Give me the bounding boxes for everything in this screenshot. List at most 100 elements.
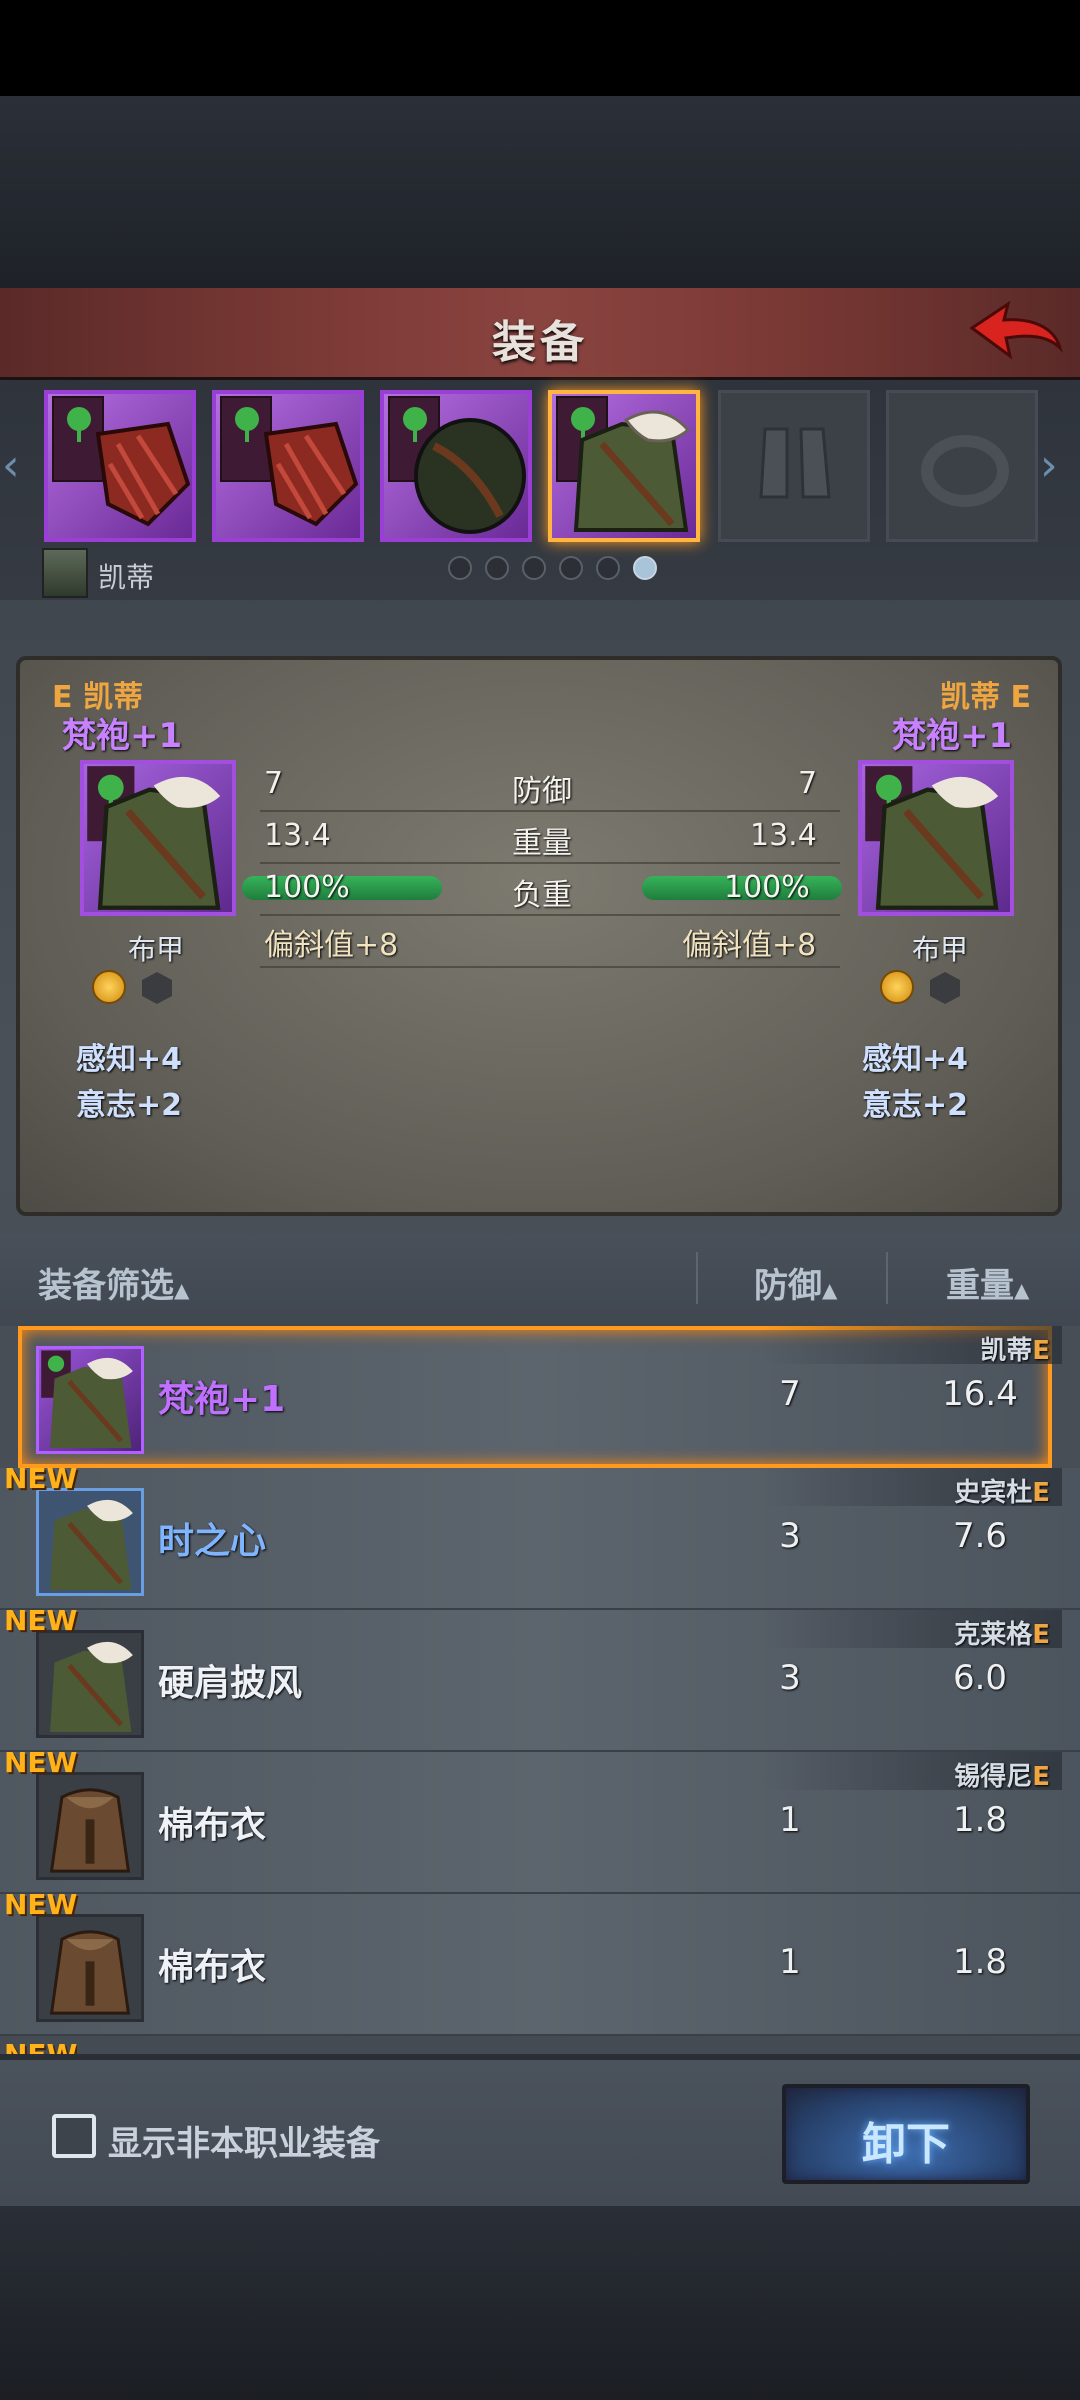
sort-icon: ▲ bbox=[1014, 1278, 1030, 1302]
row-owner-name: 凯蒂 bbox=[980, 1336, 1033, 1366]
page-dot[interactable] bbox=[559, 556, 584, 580]
divider bbox=[696, 1252, 698, 1304]
equip-slot-1[interactable] bbox=[44, 390, 196, 542]
sort-icon: ▲ bbox=[822, 1278, 838, 1302]
row-item-name: 棉布衣 bbox=[158, 1947, 267, 1988]
avatar bbox=[42, 548, 88, 598]
filter-sort-button[interactable]: 装备筛选▲ bbox=[38, 1258, 189, 1307]
row-owner-name: 史宾杜 bbox=[954, 1478, 1033, 1508]
header-bar: 装备 bbox=[0, 288, 1080, 380]
row-item-name: 棉布衣 bbox=[158, 1805, 267, 1846]
row-weight: 6.0 bbox=[952, 1658, 1008, 1698]
defense-label: 防御 bbox=[512, 774, 572, 809]
right-defense-value: 7 bbox=[798, 766, 818, 801]
right-weight-value: 13.4 bbox=[750, 818, 817, 853]
scroll-left-arrow-icon[interactable]: ‹ bbox=[2, 440, 32, 500]
scroll-right-arrow-icon[interactable]: › bbox=[1040, 440, 1070, 500]
fur-robe-icon bbox=[573, 410, 691, 532]
unequip-label: 卸下 bbox=[862, 2119, 950, 2170]
bottom-action-bar: 显示非本职业装备 卸下 bbox=[0, 2054, 1080, 2206]
divider bbox=[886, 1252, 888, 1304]
row-owner: 史宾杜E bbox=[954, 1472, 1050, 1509]
equipment-slots-row: ‹ › 凯蒂 bbox=[0, 380, 1080, 600]
new-badge: NEW bbox=[4, 1746, 78, 1779]
new-badge: NEW bbox=[4, 1604, 78, 1637]
weight-label: 重量 bbox=[512, 826, 572, 861]
cloth-shirt-icon bbox=[36, 1914, 144, 2022]
right-item-name: 梵袍+1 bbox=[892, 716, 1013, 756]
row-owner-rank: E bbox=[1032, 1620, 1050, 1650]
row-defense: 7 bbox=[779, 1374, 801, 1414]
page-dot[interactable] bbox=[596, 556, 621, 580]
equip-slot-4[interactable] bbox=[548, 390, 700, 542]
list-header: 装备筛选▲ 防御▲ 重量▲ bbox=[0, 1234, 1080, 1326]
back-button[interactable] bbox=[968, 298, 1064, 368]
row-item-name: 时之心 bbox=[158, 1521, 267, 1562]
table-row[interactable]: 锡得尼E NEW 棉布衣 1 1.8 bbox=[0, 1746, 1080, 1894]
defense-header-label: 防御 bbox=[754, 1266, 822, 1306]
status-bar bbox=[0, 0, 1080, 96]
fur-robe-icon bbox=[36, 1488, 144, 1596]
empty-socket-icon bbox=[930, 972, 960, 1004]
row-item-name: 硬肩披风 bbox=[158, 1663, 303, 1704]
sort-icon: ▲ bbox=[174, 1278, 190, 1302]
weight-header-label: 重量 bbox=[946, 1266, 1014, 1306]
row-owner-name: 克莱格 bbox=[954, 1620, 1033, 1650]
divider bbox=[260, 862, 840, 864]
row-owner-rank: E bbox=[1032, 1336, 1050, 1366]
load-label: 负重 bbox=[512, 878, 572, 913]
background-top bbox=[0, 96, 1080, 288]
gold-rune-socket-icon bbox=[880, 970, 914, 1004]
leather-sack-icon bbox=[414, 418, 526, 534]
equip-slot-2[interactable] bbox=[212, 390, 364, 542]
row-defense: 3 bbox=[779, 1658, 801, 1698]
weight-sort-button[interactable]: 重量▲ bbox=[946, 1258, 1029, 1307]
left-weight-value: 13.4 bbox=[264, 818, 331, 853]
page-dot[interactable] bbox=[485, 556, 510, 580]
page-dot-active[interactable] bbox=[633, 556, 658, 580]
page-dot[interactable] bbox=[448, 556, 472, 580]
ring-icon bbox=[921, 435, 1009, 507]
compare-card: E 凯蒂 梵袍+1 布甲 感知+4 意志+2 7 防御 7 13.4 重量 13… bbox=[16, 656, 1062, 1216]
page-dot[interactable] bbox=[522, 556, 547, 580]
show-other-class-label[interactable]: 显示非本职业装备 bbox=[108, 2116, 380, 2165]
table-row[interactable]: 凯蒂E 梵袍+1 7 16.4 bbox=[0, 1326, 1080, 1468]
left-deflect: 偏斜值+8 bbox=[264, 928, 399, 963]
claw-gauntlet-icon bbox=[95, 421, 191, 527]
filter-label: 装备筛选 bbox=[38, 1266, 174, 1306]
page-title: 装备 bbox=[492, 317, 588, 368]
divider bbox=[260, 966, 840, 968]
new-badge: NEW bbox=[4, 1888, 78, 1921]
left-attr-2: 意志+2 bbox=[76, 1088, 183, 1123]
row-defense: 1 bbox=[779, 1800, 801, 1840]
show-other-class-checkbox[interactable] bbox=[52, 2114, 96, 2158]
row-owner: 锡得尼E bbox=[954, 1756, 1050, 1793]
right-rank-letter: E bbox=[1010, 680, 1031, 715]
right-item-type: 布甲 bbox=[912, 933, 969, 966]
unequip-button[interactable]: 卸下 bbox=[782, 2084, 1030, 2184]
right-load-value: 100% bbox=[724, 870, 810, 905]
new-badge: NEW bbox=[4, 1462, 78, 1495]
equip-slot-3[interactable] bbox=[380, 390, 532, 542]
defense-sort-button[interactable]: 防御▲ bbox=[754, 1258, 837, 1307]
row-defense: 1 bbox=[779, 1942, 801, 1982]
cloak-icon bbox=[36, 1630, 144, 1738]
character-name: 凯蒂 bbox=[98, 561, 155, 594]
left-attr-1: 感知+4 bbox=[76, 1042, 183, 1077]
fur-robe-icon bbox=[865, 766, 999, 910]
row-owner: 凯蒂E bbox=[980, 1330, 1050, 1367]
boots-icon bbox=[759, 427, 831, 499]
left-defense-value: 7 bbox=[264, 766, 284, 801]
row-owner-rank: E bbox=[1032, 1478, 1050, 1508]
equip-slot-boots[interactable] bbox=[718, 390, 870, 542]
table-row[interactable]: NEW 棉布衣 1 1.8 bbox=[0, 1888, 1080, 2036]
claw-gauntlet-icon bbox=[263, 421, 359, 527]
right-deflect: 偏斜值+8 bbox=[682, 928, 817, 963]
background-bottom bbox=[0, 2206, 1080, 2400]
equip-slot-ring[interactable] bbox=[886, 390, 1038, 542]
table-row[interactable]: 史宾杜E NEW 时之心 3 7.6 bbox=[0, 1462, 1080, 1610]
back-arrow-icon bbox=[969, 300, 1063, 360]
fur-robe-icon bbox=[36, 1346, 144, 1454]
right-attr-1: 感知+4 bbox=[862, 1042, 969, 1077]
table-row[interactable]: 克莱格E NEW 硬肩披风 3 6.0 bbox=[0, 1604, 1080, 1752]
